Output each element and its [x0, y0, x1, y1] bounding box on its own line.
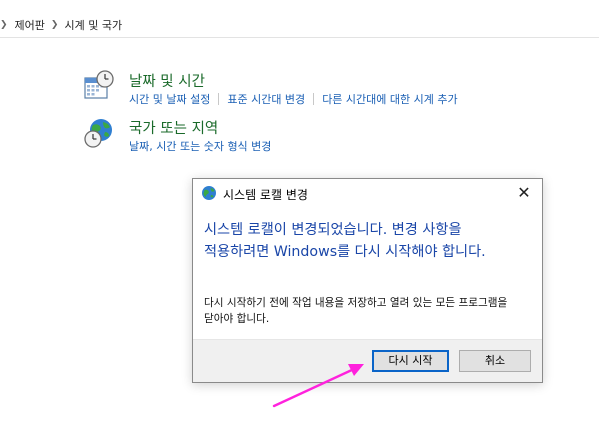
chevron-right-icon: ❯: [50, 20, 59, 30]
category-links-region: 날짜, 시간 또는 숫자 형식 변경: [129, 138, 271, 154]
globe-clock-icon[interactable]: [83, 117, 115, 149]
breadcrumb-bar: ❯ 제어판 ❯ 시계 및 국가: [0, 0, 599, 38]
category-title-region[interactable]: 국가 또는 지역: [129, 117, 218, 138]
divider: [218, 93, 220, 105]
restart-button[interactable]: 다시 시작: [372, 350, 449, 372]
category-title-date-time[interactable]: 날짜 및 시간: [129, 70, 205, 91]
category-links-date-time: 시간 및 날짜 설정 표준 시간대 변경 다른 시간대에 대한 시계 추가: [129, 91, 458, 107]
annotation-arrow-icon: [272, 364, 364, 408]
cancel-button[interactable]: 취소: [459, 350, 531, 372]
close-icon[interactable]: ✕: [514, 183, 534, 203]
breadcrumb-item-clock-region[interactable]: 시계 및 국가: [64, 17, 122, 33]
divider: [313, 93, 315, 105]
dialog-title: 시스템 로캘 변경: [223, 188, 308, 202]
dialog-message: 시스템 로캘이 변경되었습니다. 변경 사항을 적용하려면 Windows를 다…: [204, 222, 486, 260]
change-system-locale-dialog: 시스템 로캘 변경 ✕ 시스템 로캘이 변경되었습니다. 변경 사항을 적용하려…: [192, 178, 543, 383]
chevron-right-icon: ❯: [0, 20, 8, 30]
link-change-time-zone[interactable]: 표준 시간대 변경: [227, 91, 305, 107]
breadcrumb-item-control-panel[interactable]: 제어판: [15, 17, 45, 33]
link-change-formats[interactable]: 날짜, 시간 또는 숫자 형식 변경: [129, 138, 271, 154]
globe-icon: [202, 186, 216, 200]
link-set-time-date[interactable]: 시간 및 날짜 설정: [129, 91, 210, 107]
link-add-clocks[interactable]: 다른 시간대에 대한 시계 추가: [322, 91, 457, 107]
dialog-sub-message: 다시 시작하기 전에 작업 내용을 저장하고 열려 있는 모든 프로그램을 닫아…: [204, 297, 508, 325]
dialog-titlebar[interactable]: 시스템 로캘 변경 ✕: [193, 179, 542, 207]
breadcrumb: ❯ 제어판 ❯ 시계 및 국가: [0, 17, 122, 33]
calendar-clock-icon[interactable]: [83, 70, 115, 102]
